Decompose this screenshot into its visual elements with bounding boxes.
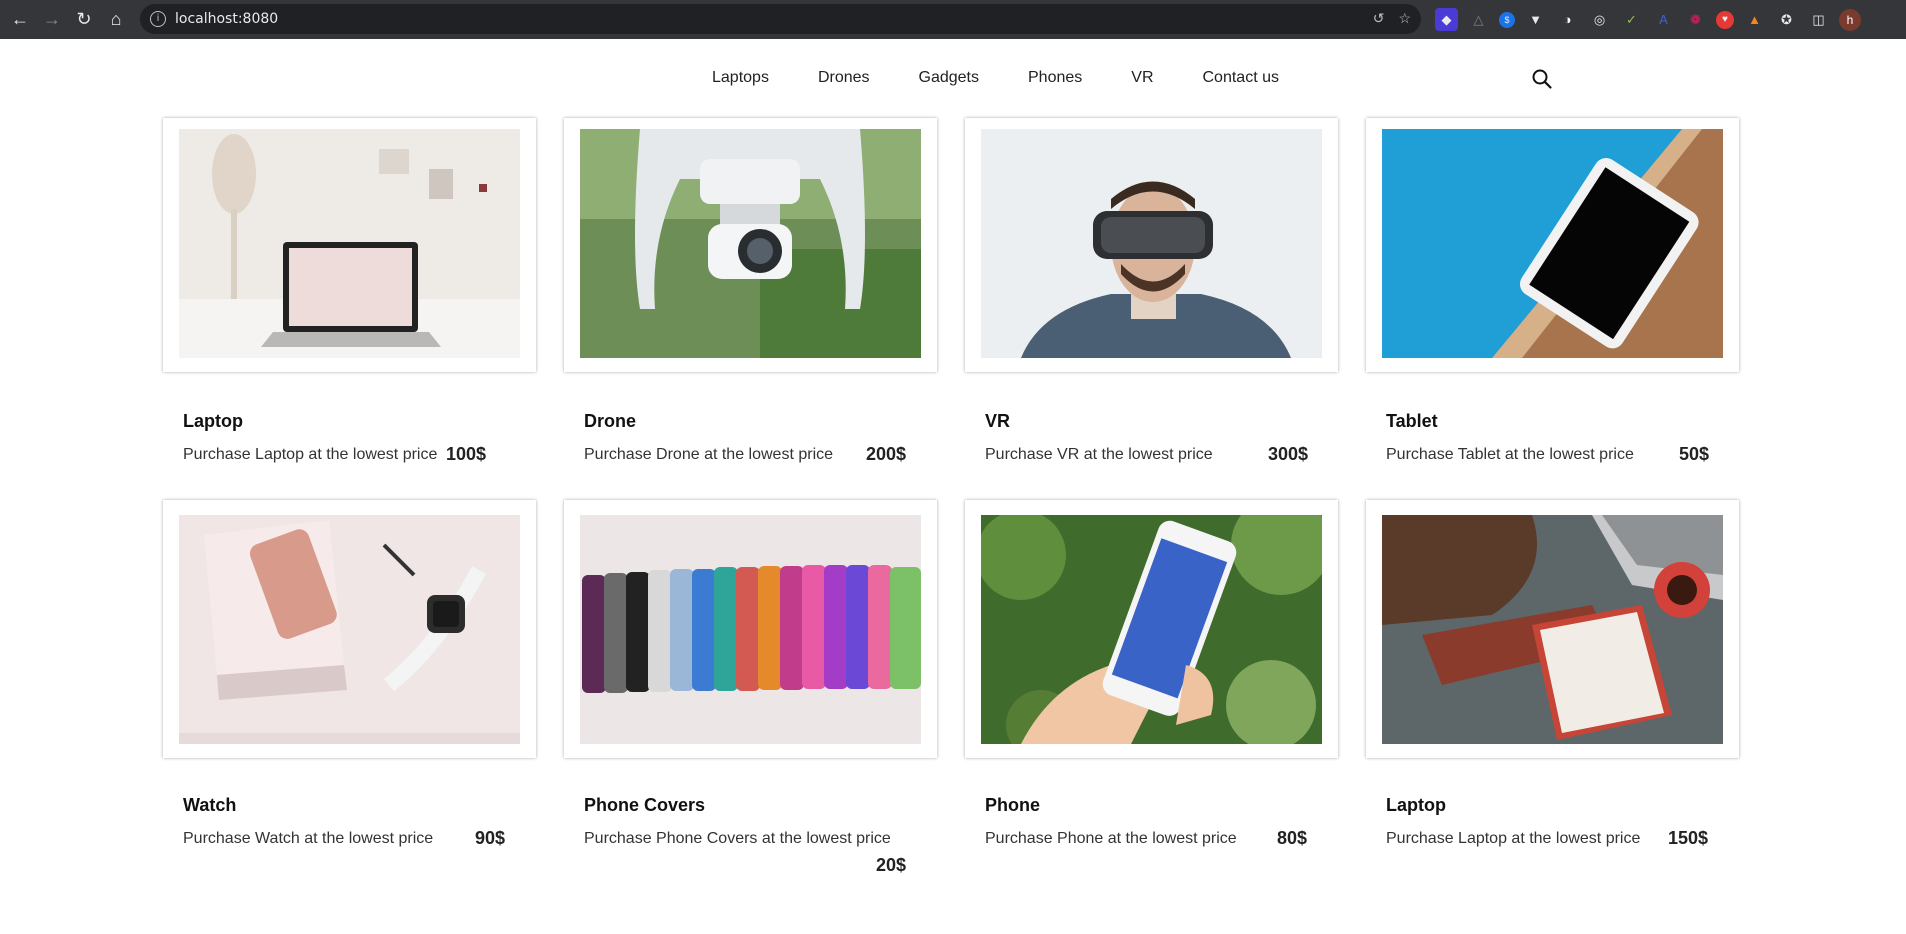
- product-title: Drone: [584, 411, 637, 431]
- product-title: Tablet: [1386, 411, 1438, 431]
- extension-icon[interactable]: △: [1467, 8, 1490, 31]
- product-title: Laptop: [1386, 795, 1446, 815]
- puzzle-icon[interactable]: ✪: [1775, 8, 1798, 31]
- product-image-vr[interactable]: [981, 129, 1322, 358]
- product-title: Watch: [183, 795, 237, 815]
- product-image-phone-covers[interactable]: [580, 515, 921, 744]
- product-title: Laptop: [183, 411, 243, 431]
- extension-icon[interactable]: ❁: [1684, 8, 1707, 31]
- product-description: Purchase Tablet at the lowest price: [1386, 446, 1634, 463]
- extension-icon[interactable]: ▲: [1743, 8, 1766, 31]
- browser-toolbar: ← → ↻ ⌂ i localhost:8080 ↺ ☆ ◆ △ $ ▼ ◑ ◎…: [0, 0, 1906, 39]
- product-price: 300$: [1268, 444, 1309, 464]
- product-price: 20$: [876, 855, 907, 875]
- home-icon[interactable]: ⌂: [101, 4, 131, 34]
- forward-icon[interactable]: →: [37, 4, 67, 34]
- product-price: 150$: [1668, 828, 1709, 848]
- product-title: VR: [985, 411, 1011, 431]
- share-icon[interactable]: ↺: [1373, 10, 1385, 27]
- url-text[interactable]: localhost:8080: [175, 11, 278, 27]
- product-description: Purchase Phone Covers at the lowest pric…: [584, 830, 891, 847]
- extension-icon[interactable]: ◎: [1588, 8, 1611, 31]
- product-description: Purchase VR at the lowest price: [985, 446, 1213, 463]
- reload-icon[interactable]: ↻: [69, 4, 99, 34]
- extensions-bar: ◆ △ $ ▼ ◑ ◎ ✓ A ❁ ♥ ▲ ✪ ◫ h: [1435, 8, 1861, 31]
- search-icon[interactable]: [1531, 68, 1553, 90]
- extension-icon[interactable]: A: [1652, 8, 1675, 31]
- product-price: 200$: [866, 444, 907, 464]
- address-bar[interactable]: i localhost:8080 ↺ ☆: [140, 4, 1421, 34]
- nav-link-vr[interactable]: VR: [1131, 69, 1153, 87]
- product-image-laptop[interactable]: [179, 129, 520, 358]
- product-price: 50$: [1679, 444, 1710, 464]
- sidebar-icon[interactable]: ◫: [1807, 8, 1830, 31]
- product-image-drone[interactable]: [580, 129, 921, 358]
- product-image-phone[interactable]: [981, 515, 1322, 744]
- nav-link-drones[interactable]: Drones: [818, 69, 870, 87]
- site-header: Laptops Drones Gadgets Phones VR Contact…: [0, 39, 1906, 121]
- nav-link-gadgets[interactable]: Gadgets: [919, 69, 979, 87]
- info-icon[interactable]: i: [150, 11, 166, 27]
- product-description: Purchase Laptop at the lowest price: [1386, 830, 1641, 847]
- product-description: Purchase Laptop at the lowest price: [183, 446, 438, 463]
- back-icon[interactable]: ←: [5, 4, 35, 34]
- avatar[interactable]: h: [1839, 8, 1861, 31]
- bookmark-star-icon[interactable]: ☆: [1398, 10, 1411, 27]
- extension-icon[interactable]: ♥: [1716, 10, 1734, 29]
- extension-icon[interactable]: ◆: [1435, 8, 1458, 31]
- product-description: Purchase Watch at the lowest price: [183, 830, 434, 847]
- product-description: Purchase Phone at the lowest price: [985, 830, 1237, 847]
- nav-link-laptops[interactable]: Laptops: [712, 69, 769, 87]
- nav-link-contact[interactable]: Contact us: [1203, 69, 1279, 87]
- product-title: Phone Covers: [584, 795, 706, 815]
- extension-icon[interactable]: ▼: [1524, 8, 1547, 31]
- product-price: 80$: [1277, 828, 1308, 848]
- extension-icon[interactable]: ✓: [1620, 8, 1643, 31]
- main-nav: Laptops Drones Gadgets Phones VR Contact…: [712, 69, 1328, 87]
- product-price: 90$: [475, 828, 506, 848]
- extension-icon[interactable]: ◑: [1556, 8, 1579, 31]
- product-description: Purchase Drone at the lowest price: [584, 446, 834, 463]
- product-image-watch[interactable]: [179, 515, 520, 744]
- product-image-tablet[interactable]: [1382, 129, 1723, 358]
- product-price: 100$: [446, 444, 487, 464]
- nav-link-phones[interactable]: Phones: [1028, 69, 1082, 87]
- extension-icon[interactable]: $: [1499, 11, 1515, 28]
- product-image-laptop-2[interactable]: [1382, 515, 1723, 744]
- product-title: Phone: [985, 795, 1041, 815]
